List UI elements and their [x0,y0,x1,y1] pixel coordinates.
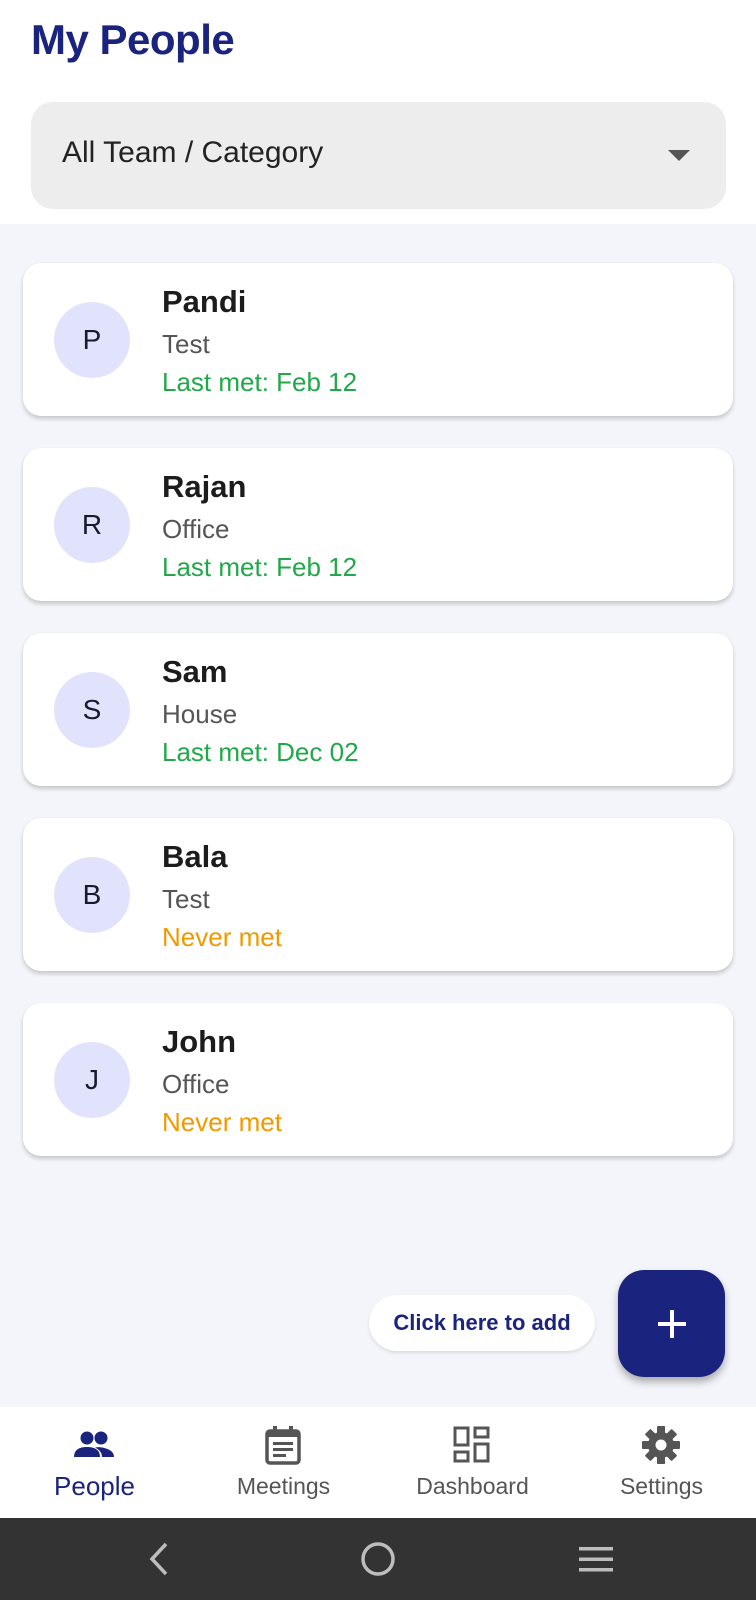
person-card[interactable]: J John Office Never met [23,1003,733,1156]
bottom-navigation: People Meetings Dashboard Settings [0,1407,756,1518]
person-category: House [162,699,238,729]
nav-label: Settings [619,1473,704,1499]
back-icon[interactable] [130,1536,190,1582]
nav-label: Dashboard [416,1473,529,1499]
person-card[interactable]: B Bala Test Never met [23,818,733,971]
gear-icon [642,1426,680,1464]
nav-label: Meetings [236,1473,331,1499]
person-name: John [162,1024,237,1059]
app-header: My People All Team / Category [0,0,756,224]
avatar: B [54,857,130,933]
team-category-dropdown[interactable]: All Team / Category [31,102,726,209]
add-hint-chip[interactable]: Click here to add [369,1295,595,1351]
people-icon [74,1431,114,1457]
nav-tab-settings[interactable]: Settings [567,1407,756,1518]
person-category: Office [162,514,230,544]
person-name: Bala [162,839,228,874]
avatar: J [54,1042,130,1118]
avatar: S [54,672,130,748]
dropdown-arrow-icon [668,150,690,161]
calendar-icon [265,1426,301,1465]
person-category: Test [162,884,210,914]
page-title: My People [31,16,235,63]
dashboard-icon [453,1426,490,1463]
recents-icon[interactable] [566,1536,626,1582]
person-name: Pandi [162,284,247,319]
nav-label: People [54,1471,135,1501]
person-category: Test [162,329,210,359]
nav-tab-meetings[interactable]: Meetings [189,1407,378,1518]
nav-tab-people[interactable]: People [0,1407,189,1518]
person-name: Rajan [162,469,247,504]
person-name: Sam [162,654,228,689]
nav-tab-dashboard[interactable]: Dashboard [378,1407,567,1518]
last-met-status: Never met [162,922,282,952]
dropdown-selected-value: All Team / Category [62,136,324,169]
add-person-button[interactable] [618,1270,725,1377]
last-met-status: Last met: Feb 12 [162,367,358,397]
last-met-status: Last met: Feb 12 [162,552,358,582]
home-icon[interactable] [348,1536,408,1582]
person-card[interactable]: R Rajan Office Last met: Feb 12 [23,448,733,601]
person-card[interactable]: P Pandi Test Last met: Feb 12 [23,263,733,416]
last-met-status: Last met: Dec 02 [162,737,359,767]
system-navigation-bar [0,1518,756,1600]
avatar: P [54,302,130,378]
plus-icon [657,1309,686,1338]
last-met-status: Never met [162,1107,282,1137]
person-category: Office [162,1069,230,1099]
person-card[interactable]: S Sam House Last met: Dec 02 [23,633,733,786]
avatar: R [54,487,130,563]
